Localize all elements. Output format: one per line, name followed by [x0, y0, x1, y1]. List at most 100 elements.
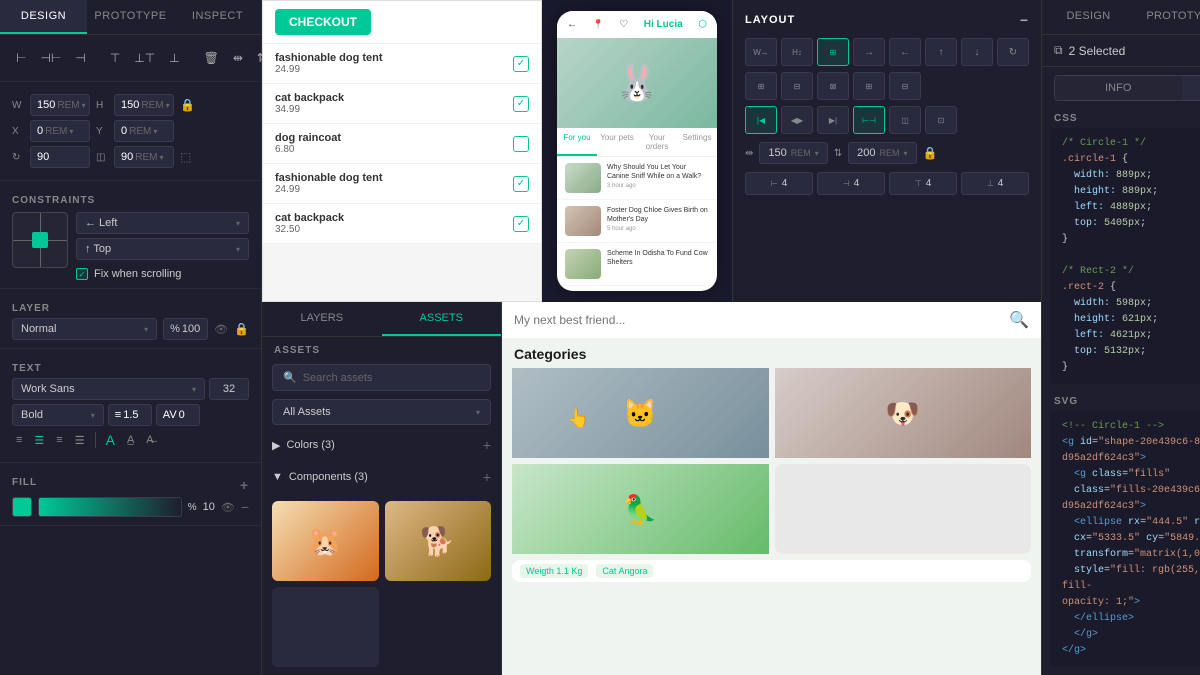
fill-percent-label: %	[188, 502, 197, 513]
layout-btn-arrow-r[interactable]: →	[853, 38, 885, 66]
layout-align-center[interactable]: ◀▶	[781, 106, 813, 134]
layout-gap-field[interactable]: 150 REM ▾	[759, 142, 827, 164]
align-justify-text-btn[interactable]: ☰	[71, 432, 89, 449]
align-center-text-btn[interactable]: ☰	[30, 432, 48, 449]
right-tab-prototype[interactable]: PROTOTYPE	[1135, 0, 1200, 34]
align-middle-v-icon[interactable]: ⊥⊤	[130, 49, 159, 67]
lock-wh-icon[interactable]: 🔒	[180, 98, 195, 112]
item-check-3[interactable]	[513, 136, 529, 152]
checkout-button[interactable]: CHECKOUT	[275, 9, 371, 35]
item-check-4[interactable]: ✓	[513, 176, 529, 192]
font-weight-select[interactable]: Bold ▾	[12, 404, 104, 426]
layout-frame[interactable]: ⊡	[925, 106, 957, 134]
phone-tab-settings[interactable]: Settings	[677, 128, 717, 156]
count-field-4[interactable]: ⊥ 4	[961, 172, 1029, 195]
phone-tab-yourpets[interactable]: Your pets	[597, 128, 637, 156]
add-fill-button[interactable]: +	[240, 477, 249, 493]
y-input[interactable]: 0 REM ▾	[114, 120, 174, 142]
layout-grid-1[interactable]: ⊞	[745, 72, 777, 100]
phone-tab-orders[interactable]: Your orders	[637, 128, 677, 156]
h-input[interactable]: 150 REM ▾	[114, 94, 174, 116]
delete-icon[interactable]: 🗑	[200, 49, 223, 67]
align-right-text-btn[interactable]: ≡	[52, 432, 66, 448]
text-strikethrough-icon[interactable]: A̶	[142, 432, 157, 448]
align-bottom-icon[interactable]: ⊥	[165, 49, 183, 67]
pet-search-input[interactable]	[514, 313, 1001, 327]
phone-tab-foryou[interactable]: For you	[557, 128, 597, 156]
align-left-text-btn[interactable]: ≡	[12, 432, 26, 448]
align-center-h-icon[interactable]: ⊣⊢	[36, 49, 65, 67]
bird-card[interactable]: 🦜	[512, 464, 769, 554]
info-tab[interactable]: INFO	[1055, 76, 1182, 100]
item-check-2[interactable]: ✓	[513, 96, 529, 112]
align-right-icon[interactable]: ⊣	[71, 49, 89, 67]
layout-btn-refresh[interactable]: ↻	[997, 38, 1029, 66]
right-tab-design[interactable]: DESIGN	[1042, 0, 1135, 34]
item-check-1[interactable]: ✓	[513, 56, 529, 72]
layout-align-tl[interactable]: ◫	[889, 106, 921, 134]
x-input[interactable]: 0 REM ▾	[30, 120, 90, 142]
layout-btn-fixed[interactable]: ⊞	[817, 38, 849, 66]
layout-btn-arrow-d[interactable]: ↓	[961, 38, 993, 66]
layout-grid-4[interactable]: ⊞	[853, 72, 885, 100]
letter-spacing-input[interactable]: AV 0	[156, 404, 200, 426]
add-color-button[interactable]: +	[483, 437, 491, 453]
layers-tab[interactable]: LAYERS	[262, 302, 382, 336]
remove-fill-button[interactable]: −	[241, 499, 249, 515]
w-input[interactable]: 150 REM ▾	[30, 94, 90, 116]
font-family-select[interactable]: Work Sans ▾	[12, 378, 205, 400]
corner-input[interactable]: 90 REM ▾	[114, 146, 174, 168]
line-height-input[interactable]: ≡ 1.5	[108, 404, 152, 426]
tab-inspect[interactable]: INSPECT	[174, 0, 261, 34]
layout-btn-arrow-l[interactable]: ←	[889, 38, 921, 66]
align-left-icon[interactable]: ⊢	[12, 49, 30, 67]
align-top-icon[interactable]: ⊤	[106, 49, 124, 67]
assets-filter-dropdown[interactable]: All Assets ▾	[272, 399, 491, 425]
lock-corner-icon[interactable]: ⬚	[180, 150, 191, 164]
fix-scrolling-checkbox[interactable]: ✓	[76, 268, 88, 280]
layer-mode-select[interactable]: Normal ▾	[12, 318, 157, 340]
lock-layer-icon[interactable]: 🔒	[234, 322, 249, 336]
layout-btn-arrow-u[interactable]: ↑	[925, 38, 957, 66]
count-field-2[interactable]: ⊣ 4	[817, 172, 885, 195]
layout-close-icon[interactable]: −	[1020, 12, 1029, 28]
count-field-1[interactable]: ⊢ 4	[745, 172, 813, 195]
layout-grid-3[interactable]: ⊠	[817, 72, 849, 100]
text-underline-icon[interactable]: A̲	[123, 432, 138, 448]
layout-align-right[interactable]: ▶|	[817, 106, 849, 134]
tab-prototype[interactable]: PROTOTYPE	[87, 0, 174, 34]
layout-grid-2[interactable]: ⊟	[781, 72, 813, 100]
rotation-input[interactable]: 90	[30, 146, 90, 168]
constraint-horizontal[interactable]: ← Left ▾	[76, 212, 249, 234]
tab-design[interactable]: DESIGN	[0, 0, 87, 34]
cat-card[interactable]: 🐱 👆	[512, 368, 769, 458]
font-size-input[interactable]: 32	[209, 378, 249, 400]
assets-search-field[interactable]: 🔍 Search assets	[272, 364, 491, 391]
code-tab[interactable]: CODE	[1182, 76, 1200, 100]
fill-visibility-icon[interactable]: 👁	[221, 501, 235, 514]
constraint-vertical[interactable]: ↑ Top ▾	[76, 238, 249, 260]
colors-group-header[interactable]: ▶ Colors (3) +	[272, 433, 491, 457]
asset-thumb-dog[interactable]: 🐕	[385, 501, 492, 581]
layout-align-mid[interactable]: ⊢⊣	[853, 106, 885, 134]
layout-grid-5[interactable]: ⊟	[889, 72, 921, 100]
fill-opacity-bar[interactable]	[38, 497, 182, 517]
add-component-button[interactable]: +	[483, 469, 491, 485]
dog-card[interactable]: 🐶	[775, 368, 1032, 458]
color-fill-icon[interactable]: A	[102, 430, 119, 450]
assets-tab[interactable]: ASSETS	[382, 302, 502, 336]
lock-layout-icon[interactable]: 🔒	[923, 146, 938, 160]
layout-align-left[interactable]: |◀	[745, 106, 777, 134]
asset-thumb-hamster[interactable]: 🐹	[272, 501, 379, 581]
fill-opacity-value[interactable]: 10	[203, 501, 215, 513]
count-field-3[interactable]: ⊤ 4	[889, 172, 957, 195]
layout-btn-auto-w[interactable]: W↔	[745, 38, 777, 66]
layout-height-field[interactable]: 200 REM ▾	[848, 142, 916, 164]
visibility-icon[interactable]: 👁	[214, 323, 228, 336]
components-group-header[interactable]: ▼ Components (3) +	[272, 465, 491, 489]
item-check-5[interactable]: ✓	[513, 216, 529, 232]
distribute-h-icon[interactable]: ⇹	[229, 49, 247, 67]
opacity-field[interactable]: % 100	[163, 318, 208, 340]
layout-btn-auto-h[interactable]: H↕	[781, 38, 813, 66]
fill-color-swatch[interactable]	[12, 497, 32, 517]
